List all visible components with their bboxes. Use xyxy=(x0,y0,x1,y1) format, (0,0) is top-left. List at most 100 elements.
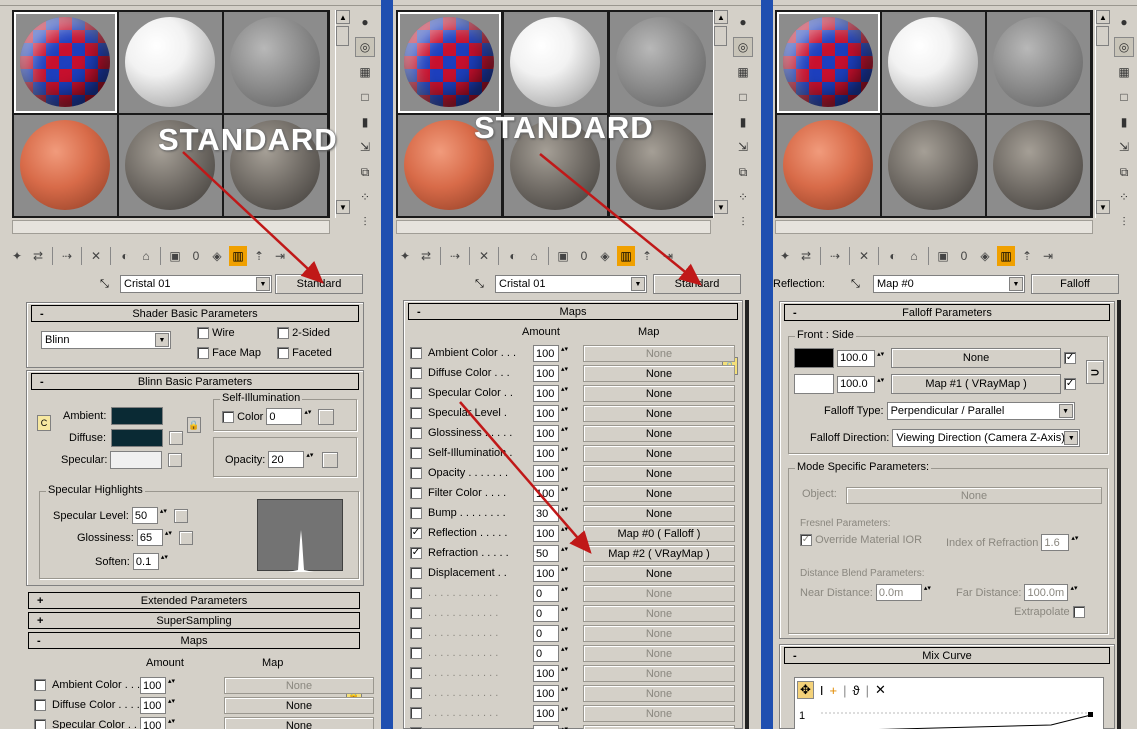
map-enable-checkbox[interactable]: ✓ xyxy=(410,547,422,559)
sample-slot-6[interactable] xyxy=(987,115,1090,216)
map-amount-spinner[interactable]: 100 xyxy=(533,705,570,722)
put-to-scene-icon[interactable]: ⇄ xyxy=(797,246,815,266)
spec-level-spinner[interactable]: 50 xyxy=(131,507,169,524)
map-slot-button[interactable]: None xyxy=(583,385,735,402)
show-end-icon[interactable]: ▥ xyxy=(229,246,247,266)
map-amount-spinner[interactable]: 100 xyxy=(533,465,570,482)
options-icon[interactable]: ⧉ xyxy=(355,162,375,182)
map-amount-spinner[interactable]: 100 xyxy=(533,385,570,402)
rollout-header[interactable]: - Falloff Parameters xyxy=(784,304,1110,321)
make-preview-icon[interactable]: ⇲ xyxy=(355,137,375,157)
video-color-icon[interactable]: ▮ xyxy=(1114,112,1134,132)
map-amount-spinner[interactable]: 100 xyxy=(533,665,570,682)
map-enable-checkbox[interactable] xyxy=(410,467,422,479)
sample-slot-3[interactable] xyxy=(987,12,1090,113)
map-slot-button[interactable]: None xyxy=(224,677,374,694)
go-parent-icon[interactable]: ⇡ xyxy=(638,246,656,266)
rollout-header[interactable]: - Blinn Basic Parameters xyxy=(31,373,359,390)
map-slot-button[interactable]: Map #0 ( Falloff ) xyxy=(583,525,735,542)
map-amount-spinner[interactable]: 100 xyxy=(533,425,570,442)
material-type-button[interactable]: Standard xyxy=(653,274,741,294)
faceted-checkbox[interactable] xyxy=(277,347,289,359)
sample-slot-3[interactable] xyxy=(224,12,327,113)
map-enable-checkbox[interactable] xyxy=(410,347,422,359)
select-by-material-icon[interactable]: ⁘ xyxy=(1114,187,1134,207)
uv-tiling-icon[interactable]: □ xyxy=(1114,87,1134,107)
map-amount-spinner[interactable]: 100 xyxy=(140,697,177,714)
map-slot-button[interactable]: None xyxy=(583,405,735,422)
go-sibling-icon[interactable]: ⇥ xyxy=(271,246,289,266)
map-amount-spinner[interactable]: 0 xyxy=(533,605,570,622)
map-amount-spinner[interactable]: 100 xyxy=(533,725,570,729)
slots-hscroll[interactable] xyxy=(396,220,711,234)
show-map-icon[interactable]: ◈ xyxy=(596,246,614,266)
sample-slot-1[interactable] xyxy=(777,12,880,113)
background-icon[interactable]: ▦ xyxy=(355,62,375,82)
uv-tiling-icon[interactable]: □ xyxy=(355,87,375,107)
sample-type-icon[interactable]: ● xyxy=(733,12,753,32)
map-enable-checkbox[interactable] xyxy=(34,679,46,691)
ambient-lock-icon[interactable]: C xyxy=(37,415,51,431)
map-slot-button[interactable]: None xyxy=(583,585,735,602)
library-icon[interactable]: ▣ xyxy=(934,246,952,266)
video-color-icon[interactable]: ▮ xyxy=(733,112,753,132)
map-enable-checkbox[interactable] xyxy=(410,667,422,679)
map-slot-button[interactable]: Map #2 ( VRayMap ) xyxy=(583,545,735,562)
map-amount-spinner[interactable]: 100 xyxy=(533,485,570,502)
get-material-icon[interactable]: ✦ xyxy=(776,246,794,266)
map-slot-button[interactable]: None xyxy=(583,365,735,382)
video-color-icon[interactable]: ▮ xyxy=(355,112,375,132)
go-parent-icon[interactable]: ⇡ xyxy=(250,246,268,266)
map-slot-button[interactable]: None xyxy=(583,445,735,462)
slots-hscroll[interactable] xyxy=(775,220,1093,234)
specular-swatch[interactable] xyxy=(110,451,163,469)
reset-icon[interactable]: ✕ xyxy=(87,246,105,266)
diffuse-swatch[interactable] xyxy=(111,429,164,447)
unique-icon[interactable]: ⌂ xyxy=(905,246,923,266)
material-type-button[interactable]: Standard xyxy=(275,274,363,294)
map-enable-checkbox[interactable] xyxy=(410,367,422,379)
map-slot-button[interactable]: None xyxy=(583,565,735,582)
map-amount-spinner[interactable]: 50 xyxy=(533,545,570,562)
map-enable-checkbox[interactable] xyxy=(410,707,422,719)
map-slot-button[interactable]: None xyxy=(583,645,735,662)
go-sibling-icon[interactable]: ⇥ xyxy=(659,246,677,266)
map-enable-checkbox[interactable] xyxy=(410,387,422,399)
face-map-checkbox[interactable] xyxy=(197,347,209,359)
sample-type-icon[interactable]: ● xyxy=(355,12,375,32)
map-enable-checkbox[interactable] xyxy=(410,607,422,619)
falloff-direction-dropdown[interactable]: Viewing Direction (Camera Z-Axis) ▼ xyxy=(892,429,1081,447)
map-amount-spinner[interactable]: 0 xyxy=(533,625,570,642)
map-enable-checkbox[interactable] xyxy=(410,687,422,699)
map-slot-button[interactable]: None xyxy=(583,625,735,642)
soften-spinner[interactable]: 0.1 xyxy=(132,553,170,570)
show-map-icon[interactable]: ◈ xyxy=(208,246,226,266)
material-name-field[interactable]: Cristal 01 ▼ xyxy=(120,275,272,293)
sample-slot-2[interactable] xyxy=(119,12,222,113)
near-distance-spinner[interactable]: 0.0m xyxy=(875,584,933,601)
extrapolate-checkbox[interactable] xyxy=(1072,606,1085,618)
map-amount-spinner[interactable]: 30 xyxy=(533,505,570,522)
ior-spinner[interactable]: 1.6 xyxy=(1041,534,1080,551)
reset-icon[interactable]: ✕ xyxy=(855,246,873,266)
material-id-icon[interactable]: 0 xyxy=(575,246,593,266)
put-to-scene-icon[interactable]: ⇄ xyxy=(29,246,47,266)
maps-rollout-header[interactable]: - Maps xyxy=(28,632,360,649)
map-enable-checkbox[interactable] xyxy=(34,719,46,729)
show-end-icon[interactable]: ▥ xyxy=(617,246,635,266)
two-sided-checkbox[interactable] xyxy=(277,327,289,339)
self-illum-color-checkbox[interactable] xyxy=(222,410,234,423)
opacity-spinner[interactable]: 20 xyxy=(268,451,315,468)
go-parent-icon[interactable]: ⇡ xyxy=(1018,246,1036,266)
self-illum-spinner[interactable]: 0 xyxy=(266,408,313,425)
map-amount-spinner[interactable]: 100 xyxy=(140,677,177,694)
map-slot-button[interactable]: None xyxy=(583,725,735,729)
map-slot-button[interactable]: None xyxy=(583,665,735,682)
sample-slot-4[interactable] xyxy=(777,115,880,216)
get-material-icon[interactable]: ✦ xyxy=(8,246,26,266)
mix-curve-graph[interactable] xyxy=(811,711,1101,729)
far-distance-spinner[interactable]: 100.0m xyxy=(1024,584,1079,601)
unique-icon[interactable]: ⌂ xyxy=(137,246,155,266)
uv-tiling-icon[interactable]: □ xyxy=(733,87,753,107)
slots-scrollbar[interactable]: ▲ ▼ xyxy=(1095,10,1110,218)
